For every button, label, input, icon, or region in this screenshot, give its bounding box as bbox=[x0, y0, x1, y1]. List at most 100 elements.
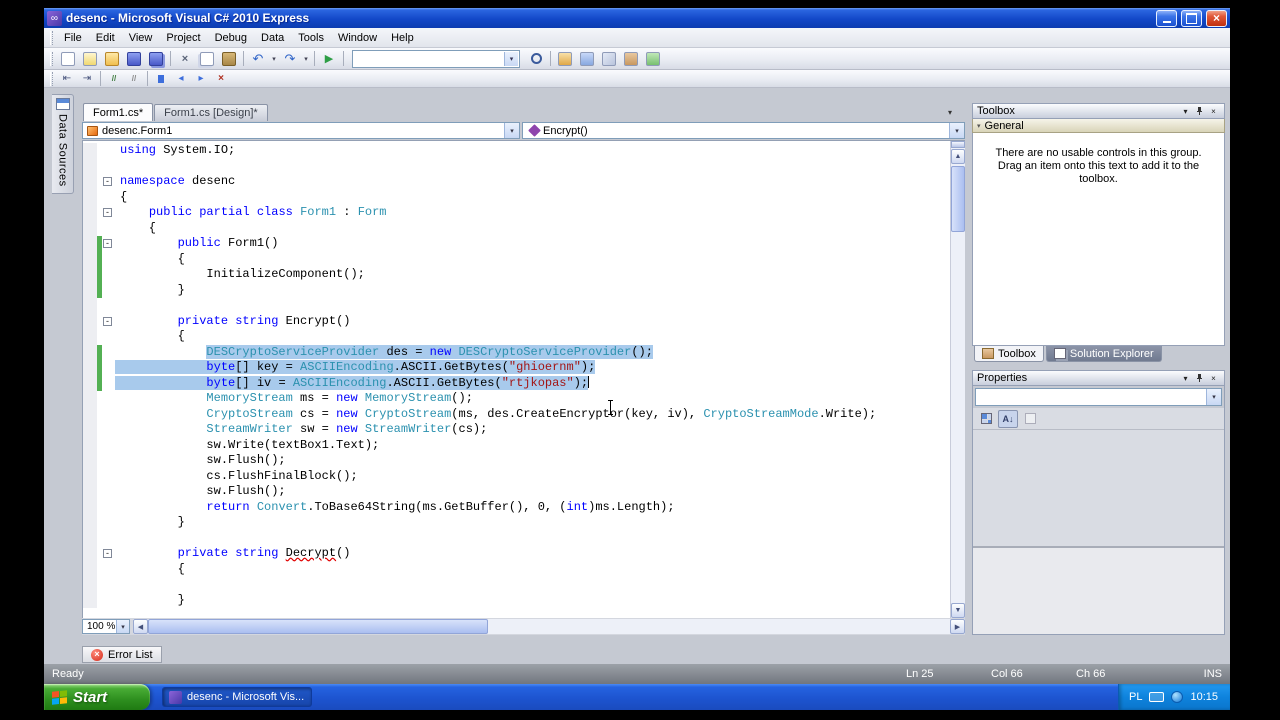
breakpoint-margin[interactable] bbox=[83, 406, 97, 422]
properties-property-pages-button[interactable] bbox=[1020, 410, 1040, 428]
document-list-dropdown[interactable]: ▾ bbox=[943, 105, 957, 119]
breakpoint-margin[interactable] bbox=[83, 453, 97, 469]
breakpoint-margin[interactable] bbox=[83, 282, 97, 298]
code-line[interactable]: { bbox=[83, 329, 950, 345]
properties-grid[interactable] bbox=[973, 430, 1224, 546]
code-line[interactable]: - namespace desenc bbox=[83, 174, 950, 190]
chevron-down-icon[interactable]: ▾ bbox=[504, 51, 518, 66]
breakpoint-margin[interactable] bbox=[83, 174, 97, 190]
properties-categorized-button[interactable] bbox=[976, 410, 996, 428]
copy-button[interactable] bbox=[196, 49, 218, 69]
error-list-button[interactable]: × Error List bbox=[82, 646, 162, 663]
breakpoint-margin[interactable] bbox=[83, 375, 97, 391]
breakpoint-margin[interactable] bbox=[83, 546, 97, 562]
comment-selection-button[interactable] bbox=[104, 71, 124, 87]
code-line[interactable]: { bbox=[83, 561, 950, 577]
code-line[interactable]: return Convert.ToBase64String(ms.GetBuff… bbox=[83, 499, 950, 515]
decrease-indent-button[interactable] bbox=[57, 71, 77, 87]
code-line[interactable]: - public Form1() bbox=[83, 236, 950, 252]
object-selector-combobox[interactable]: ▾ bbox=[975, 388, 1222, 406]
clear-bookmarks-button[interactable] bbox=[211, 71, 231, 87]
horizontal-scrollbar[interactable]: ◀ ▶ bbox=[133, 619, 965, 634]
code-line[interactable]: CryptoStream cs = new CryptoStream(ms, d… bbox=[83, 406, 950, 422]
code-editor[interactable]: using System.IO; - namespace desenc{- publ… bbox=[82, 140, 965, 618]
start-debugging-button[interactable] bbox=[318, 49, 340, 69]
menu-item-debug[interactable]: Debug bbox=[208, 29, 254, 47]
breakpoint-margin[interactable] bbox=[83, 468, 97, 484]
toolbox-header[interactable]: Toolbox ▾ × bbox=[972, 103, 1225, 119]
breakpoint-margin[interactable] bbox=[83, 437, 97, 453]
fold-toggle-icon[interactable]: - bbox=[103, 208, 112, 217]
toggle-bookmark-button[interactable] bbox=[151, 71, 171, 87]
menu-item-project[interactable]: Project bbox=[159, 29, 207, 47]
breakpoint-margin[interactable] bbox=[83, 158, 97, 174]
data-sources-tab[interactable]: Data Sources bbox=[52, 94, 74, 194]
window-menu-icon[interactable]: ▾ bbox=[1179, 372, 1192, 384]
start-button[interactable]: Start bbox=[44, 684, 150, 710]
breakpoint-margin[interactable] bbox=[83, 484, 97, 500]
panel-tab-solution-explorer[interactable]: Solution Explorer bbox=[1045, 346, 1162, 362]
breakpoint-margin[interactable] bbox=[83, 515, 97, 531]
properties-window-button[interactable] bbox=[576, 49, 598, 69]
title-bar[interactable]: ∞ desenc - Microsoft Visual C# 2010 Expr… bbox=[44, 8, 1230, 28]
code-lines[interactable]: using System.IO; - namespace desenc{- publ… bbox=[83, 141, 950, 618]
paste-button[interactable] bbox=[218, 49, 240, 69]
code-line[interactable]: } bbox=[83, 592, 950, 608]
code-line[interactable]: - private string Decrypt() bbox=[83, 546, 950, 562]
uncomment-selection-button[interactable] bbox=[124, 71, 144, 87]
next-bookmark-button[interactable] bbox=[191, 71, 211, 87]
breakpoint-margin[interactable] bbox=[83, 220, 97, 236]
breakpoint-margin[interactable] bbox=[83, 251, 97, 267]
code-line[interactable]: byte[] iv = ASCIIEncoding.ASCII.GetBytes… bbox=[83, 375, 950, 391]
breakpoint-margin[interactable] bbox=[83, 313, 97, 329]
open-file-button[interactable] bbox=[101, 49, 123, 69]
object-browser-button[interactable] bbox=[598, 49, 620, 69]
tray-clock[interactable]: 10:15 bbox=[1190, 691, 1218, 703]
breakpoint-margin[interactable] bbox=[83, 267, 97, 283]
pin-icon[interactable] bbox=[1193, 105, 1206, 117]
panel-tab-toolbox[interactable]: Toolbox bbox=[974, 346, 1044, 362]
horizontal-scroll-thumb[interactable] bbox=[148, 619, 488, 634]
cut-button[interactable] bbox=[174, 49, 196, 69]
save-all-button[interactable] bbox=[145, 49, 167, 69]
chevron-down-icon[interactable]: ▾ bbox=[1206, 389, 1221, 405]
undo-button[interactable] bbox=[247, 49, 269, 69]
breakpoint-margin[interactable] bbox=[83, 499, 97, 515]
toolbar-combobox[interactable]: ▾ bbox=[352, 49, 520, 68]
menu-item-file[interactable]: File bbox=[57, 29, 89, 47]
close-icon[interactable]: × bbox=[1207, 372, 1220, 384]
new-project-button[interactable] bbox=[57, 49, 79, 69]
document-tab[interactable]: Form1.cs [Design]* bbox=[154, 104, 268, 121]
vertical-scrollbar[interactable]: ▲ ▼ bbox=[950, 141, 965, 618]
pin-icon[interactable] bbox=[1193, 372, 1206, 384]
tray-language-indicator[interactable]: PL bbox=[1129, 691, 1142, 703]
menu-item-data[interactable]: Data bbox=[254, 29, 291, 47]
fold-toggle-icon[interactable]: - bbox=[103, 549, 112, 558]
keyboard-layout-icon[interactable] bbox=[1149, 692, 1165, 702]
breakpoint-margin[interactable] bbox=[83, 344, 97, 360]
breakpoint-margin[interactable] bbox=[83, 561, 97, 577]
minimize-button[interactable] bbox=[1156, 9, 1177, 27]
toolbar-grip[interactable] bbox=[50, 71, 53, 86]
breakpoint-margin[interactable] bbox=[83, 329, 97, 345]
code-line[interactable]: sw.Flush(); bbox=[83, 453, 950, 469]
find-in-files-button[interactable] bbox=[525, 49, 547, 69]
scroll-right-button[interactable]: ▶ bbox=[950, 619, 965, 634]
code-line[interactable]: } bbox=[83, 515, 950, 531]
code-line[interactable]: sw.Write(textBox1.Text); bbox=[83, 437, 950, 453]
code-line[interactable]: - public partial class Form1 : Form bbox=[83, 205, 950, 221]
code-line[interactable]: StreamWriter sw = new StreamWriter(cs); bbox=[83, 422, 950, 438]
code-line[interactable]: DESCryptoServiceProvider des = new DESCr… bbox=[83, 344, 950, 360]
save-button[interactable] bbox=[123, 49, 145, 69]
code-line[interactable] bbox=[83, 158, 950, 174]
breakpoint-margin[interactable] bbox=[83, 360, 97, 376]
fold-toggle-icon[interactable]: - bbox=[103, 239, 112, 248]
chevron-down-icon[interactable]: ▾ bbox=[301, 49, 311, 69]
code-line[interactable]: InitializeComponent(); bbox=[83, 267, 950, 283]
document-tab[interactable]: Form1.cs* bbox=[83, 103, 154, 121]
breakpoint-margin[interactable] bbox=[83, 422, 97, 438]
breakpoint-margin[interactable] bbox=[83, 236, 97, 252]
code-line[interactable]: sw.Flush(); bbox=[83, 484, 950, 500]
chevron-down-icon[interactable]: ▾ bbox=[504, 123, 519, 138]
vertical-scroll-thumb[interactable] bbox=[951, 166, 965, 232]
